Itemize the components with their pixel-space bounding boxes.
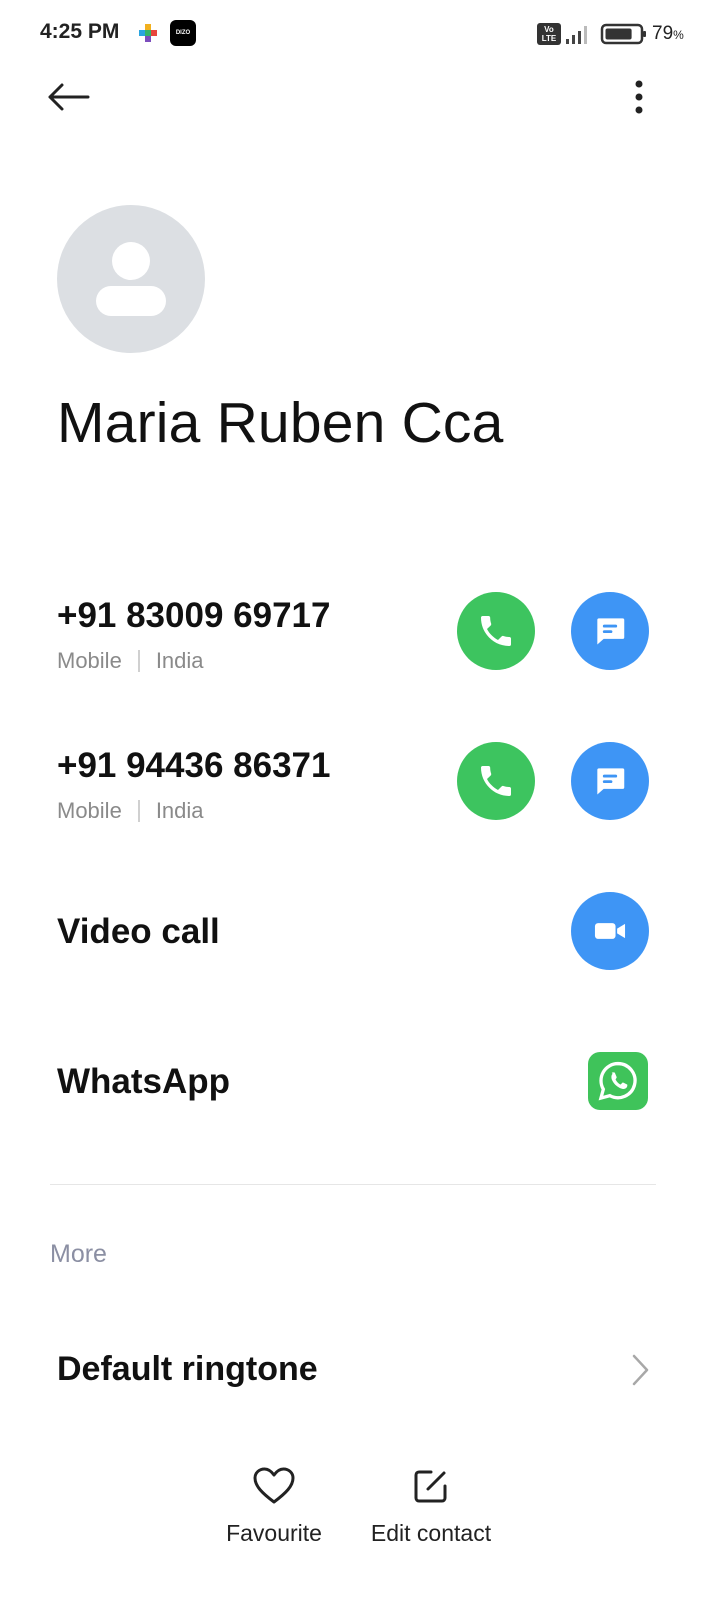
dizo-app-icon: DIZO	[170, 20, 196, 46]
phone-number[interactable]: +91 94436 86371	[57, 746, 330, 786]
phone-type: Mobile	[57, 648, 122, 673]
whatsapp-label[interactable]: WhatsApp	[57, 1062, 230, 1102]
video-call-button[interactable]	[571, 892, 649, 970]
phone-icon	[481, 616, 511, 646]
message-button[interactable]	[571, 592, 649, 670]
edit-contact-button[interactable]: Edit contact	[365, 1462, 497, 1547]
video-call-label[interactable]: Video call	[57, 912, 220, 952]
avatar	[57, 205, 205, 353]
back-button[interactable]	[40, 72, 96, 122]
meta-separator	[137, 800, 140, 822]
section-divider	[50, 1184, 656, 1185]
heart-icon	[250, 1462, 298, 1510]
phone-region: India	[155, 798, 204, 823]
message-icon	[597, 768, 625, 795]
battery-icon	[600, 23, 646, 45]
more-vertical-icon	[635, 80, 643, 114]
arrow-left-icon	[48, 83, 90, 111]
edit-icon	[407, 1462, 455, 1510]
favourite-button[interactable]: Favourite	[224, 1462, 324, 1547]
phone-meta: Mobile India	[57, 798, 204, 824]
contact-name: Maria Ruben Cca	[57, 391, 504, 455]
more-section-header: More	[50, 1240, 107, 1268]
phone-number[interactable]: +91 83009 69717	[57, 596, 330, 636]
phone-type: Mobile	[57, 798, 122, 823]
whatsapp-button[interactable]	[588, 1052, 648, 1110]
phone-icon	[481, 766, 511, 796]
call-button[interactable]	[457, 742, 535, 820]
status-time: 4:25 PM	[40, 20, 120, 43]
message-icon	[597, 618, 625, 645]
volte-icon: Vo LTE	[537, 23, 561, 45]
signal-icon	[566, 26, 587, 44]
more-options-button[interactable]	[616, 72, 662, 122]
person-placeholder-icon	[96, 242, 166, 316]
phone-row[interactable]: +91 83009 69717 Mobile India	[0, 592, 720, 696]
video-camera-icon	[594, 923, 626, 939]
default-ringtone-item[interactable]: Default ringtone	[57, 1350, 318, 1389]
phone-meta: Mobile India	[57, 648, 204, 674]
app-notification-icon	[139, 24, 157, 42]
favourite-label: Favourite	[226, 1520, 322, 1546]
call-button[interactable]	[457, 592, 535, 670]
whatsapp-icon	[598, 1061, 637, 1101]
chevron-right-icon	[632, 1354, 649, 1386]
phone-region: India	[155, 648, 204, 673]
meta-separator	[137, 650, 140, 672]
battery-percent: 79%	[652, 23, 684, 44]
edit-contact-label: Edit contact	[370, 1520, 492, 1546]
status-bar: 4:25 PM DIZO Vo LTE 79%	[0, 0, 720, 68]
phone-row[interactable]: +91 94436 86371 Mobile India	[0, 742, 720, 846]
message-button[interactable]	[571, 742, 649, 820]
